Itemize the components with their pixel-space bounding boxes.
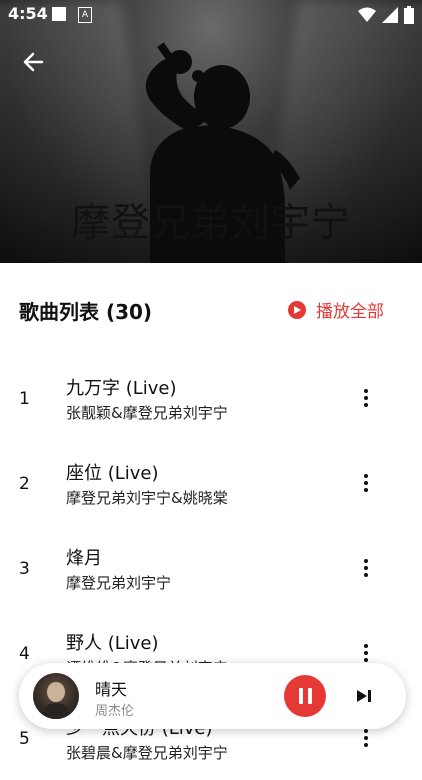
song-index: 2 — [19, 474, 30, 494]
now-playing-title: 晴天 — [95, 680, 128, 699]
pause-button[interactable] — [284, 675, 326, 717]
more-options-icon[interactable] — [356, 468, 376, 498]
back-button[interactable] — [18, 47, 48, 77]
song-index: 5 — [19, 729, 30, 749]
album-cover[interactable] — [33, 673, 79, 719]
song-list-header: 歌曲列表 (30) 播放全部 — [0, 263, 422, 353]
song-list-title: 歌曲列表 (30) — [19, 300, 153, 324]
song-row[interactable]: 3 烽月 摩登兄弟刘宇宁 — [0, 525, 422, 610]
mini-player[interactable]: 晴天 周杰伦 — [19, 663, 406, 729]
pause-icon — [298, 688, 303, 704]
song-artist: 摩登兄弟刘宇宁 — [66, 574, 172, 592]
wifi-icon — [358, 7, 376, 22]
artist-name: 摩登兄弟刘宇宁 — [70, 201, 351, 246]
signal-icon — [382, 7, 398, 23]
play-circle-icon — [288, 300, 306, 319]
arrow-left-icon — [23, 52, 44, 72]
song-name: 座位 (Live) — [66, 463, 159, 484]
square-icon — [52, 7, 66, 21]
song-name: 野人 (Live) — [66, 633, 159, 654]
artist-hero-banner: 4:54 A 摩登兄弟刘宇宁 — [0, 0, 422, 263]
battery-icon — [404, 6, 414, 24]
play-all-label: 播放全部 — [316, 302, 384, 322]
song-artist: 张碧晨&摩登兄弟刘宇宁 — [66, 744, 228, 762]
song-index: 3 — [19, 559, 30, 579]
song-index: 4 — [19, 644, 30, 664]
skip-next-icon[interactable] — [353, 685, 375, 707]
song-index: 1 — [19, 389, 30, 409]
song-name: 九万字 (Live) — [66, 378, 177, 399]
a-notification-icon: A — [78, 7, 92, 23]
song-artist: 张靓颖&摩登兄弟刘宇宁 — [66, 404, 228, 422]
song-name: 烽月 — [66, 548, 102, 569]
status-bar: 4:54 A — [0, 0, 422, 30]
status-time: 4:54 — [8, 4, 48, 23]
more-options-icon[interactable] — [356, 383, 376, 413]
more-options-icon[interactable] — [356, 553, 376, 583]
play-all-button[interactable]: 播放全部 — [288, 297, 384, 322]
song-artist: 摩登兄弟刘宇宁&姚晓棠 — [66, 489, 228, 507]
song-row[interactable]: 2 座位 (Live) 摩登兄弟刘宇宁&姚晓棠 — [0, 440, 422, 525]
song-row[interactable]: 1 九万字 (Live) 张靓颖&摩登兄弟刘宇宁 — [0, 355, 422, 440]
now-playing-artist: 周杰伦 — [95, 704, 135, 719]
